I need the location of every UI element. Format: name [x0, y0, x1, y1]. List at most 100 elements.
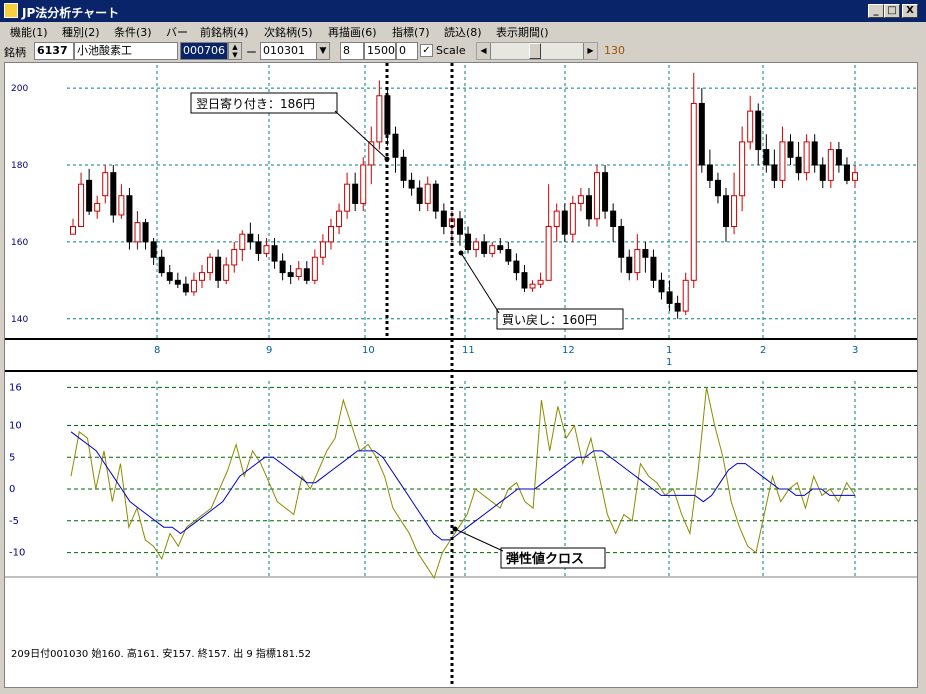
stock-code-input[interactable]: 6137 — [34, 42, 74, 60]
window-title: JP法分析チャート — [22, 6, 120, 20]
price-tick-label: 160 — [11, 238, 28, 248]
menu-bar: 機能(1) 種別(2) 条件(3) バー 前銘柄(4) 次銘柄(5) 再描画(6… — [0, 22, 926, 40]
dropdown-arrow-icon[interactable]: ▼ — [316, 42, 330, 60]
candle-body — [392, 133, 399, 158]
price-tick-label: 200 — [11, 84, 28, 94]
candle-body — [465, 233, 472, 251]
menu-next-stock[interactable]: 次銘柄(5) — [264, 24, 313, 40]
candle-body — [134, 222, 141, 243]
candle-body — [811, 141, 818, 166]
candle-body — [763, 149, 770, 166]
range-date-select[interactable]: 010301 — [260, 42, 318, 60]
candle-body — [481, 241, 488, 254]
scale-checkbox[interactable]: ✓ — [420, 44, 433, 57]
candle-body — [319, 241, 326, 258]
candle-body — [231, 249, 238, 266]
minimize-button[interactable]: _ — [868, 4, 884, 18]
candle-body — [239, 233, 246, 251]
menu-condition[interactable]: 条件(3) — [114, 24, 152, 40]
candle-body — [674, 302, 681, 312]
candle-body — [344, 183, 351, 212]
param2-input[interactable]: 1500 — [364, 42, 396, 60]
candle-body — [666, 291, 673, 304]
candle-body — [473, 241, 480, 251]
candle-body — [787, 141, 794, 158]
month-label: 9 — [266, 345, 272, 356]
candle-body — [279, 260, 286, 274]
buyback-annotation-arrowhead — [458, 250, 464, 256]
candle-body — [505, 249, 512, 262]
candle-body — [94, 202, 101, 212]
candle-body — [110, 172, 117, 216]
stock-name-input[interactable]: 小池酸素工 — [74, 42, 178, 60]
candle-body — [198, 272, 205, 281]
next-open-annotation-arrowhead — [384, 156, 390, 162]
menu-prev-stock[interactable]: 前銘柄(4) — [200, 24, 249, 40]
candle-body — [215, 256, 222, 281]
candle-body — [755, 110, 762, 151]
candle-body — [698, 102, 705, 166]
candle-body — [650, 256, 657, 281]
menu-type[interactable]: 種別(2) — [62, 24, 100, 40]
candle-body — [577, 195, 584, 204]
menu-indicator[interactable]: 指標(7) — [392, 24, 430, 40]
osc-tick-label: 0 — [9, 484, 15, 495]
price-chart: 1401601802008 9 10 11 12 1 2 31161050-5-10翌日寄り付… — [5, 63, 917, 687]
candle-body — [432, 183, 439, 212]
scale-slider[interactable]: ◀ ▶ — [476, 42, 598, 60]
candle-body — [585, 195, 592, 220]
osc-tick-label: 10 — [9, 420, 22, 431]
app-icon — [4, 3, 18, 18]
candle-body — [795, 156, 802, 174]
candle-body — [182, 283, 189, 293]
menu-display-period[interactable]: 表示期間() — [496, 24, 549, 40]
month-label: 10 — [362, 345, 375, 356]
month-label: 1 — [666, 345, 672, 356]
candle-body — [408, 179, 415, 189]
candle-body — [521, 272, 528, 289]
candle-body — [247, 233, 254, 243]
price-tick-label: 180 — [11, 161, 28, 171]
cross-annotation-arrow — [454, 528, 504, 552]
menu-redraw[interactable]: 再描画(6) — [328, 24, 377, 40]
slider-left-arrow-icon[interactable]: ◀ — [477, 43, 491, 59]
candle-body — [771, 164, 778, 181]
candle-body — [70, 225, 76, 235]
date-spinner[interactable]: ▲ ▼ — [228, 42, 242, 60]
candle-body — [336, 210, 343, 227]
candle-body — [440, 210, 447, 227]
candle-body — [456, 218, 463, 235]
slider-value: 130 — [604, 44, 625, 57]
close-button[interactable]: X — [902, 4, 918, 18]
candle-body — [819, 164, 826, 181]
param3-input[interactable]: 0 — [396, 42, 418, 60]
candle-body — [553, 210, 560, 227]
candle-body — [723, 195, 730, 227]
param1-input[interactable]: 8 — [340, 42, 364, 60]
candle-body — [731, 195, 738, 227]
candle-body — [376, 95, 383, 143]
candle-body — [827, 149, 834, 181]
date-input[interactable]: 000706 — [180, 42, 228, 60]
month-label: 2 — [760, 345, 766, 356]
title-bar: JP法分析チャート _ □ X — [0, 0, 926, 22]
menu-bar-type[interactable]: バー — [166, 24, 188, 40]
candle-body — [166, 272, 173, 281]
candle-body — [835, 149, 842, 166]
candle-body — [513, 260, 520, 274]
candle-body — [126, 195, 133, 243]
toolbar: 銘柄 6137 小池酸素工 000706 ▲ ▼ ー 010301 ▼ 8 150… — [0, 40, 926, 62]
scale-label: Scale — [436, 44, 466, 57]
candle-body — [610, 210, 617, 227]
chart-panel: 140 160 180 200 8 9 10 11 12 1 2 3 1 16 10 5 0 -5 -10 翌日寄り付… — [4, 62, 918, 688]
menu-load[interactable]: 読込(8) — [444, 24, 482, 40]
candle-body — [400, 156, 407, 181]
maximize-button[interactable]: □ — [884, 4, 900, 18]
oscillator-slow-line — [70, 431, 855, 541]
menu-function[interactable]: 機能(1) — [10, 24, 48, 40]
candle-body — [86, 179, 93, 212]
month-label: 3 — [852, 345, 858, 356]
candle-body — [327, 225, 334, 243]
slider-right-arrow-icon[interactable]: ▶ — [583, 43, 597, 59]
slider-thumb[interactable] — [529, 43, 541, 59]
